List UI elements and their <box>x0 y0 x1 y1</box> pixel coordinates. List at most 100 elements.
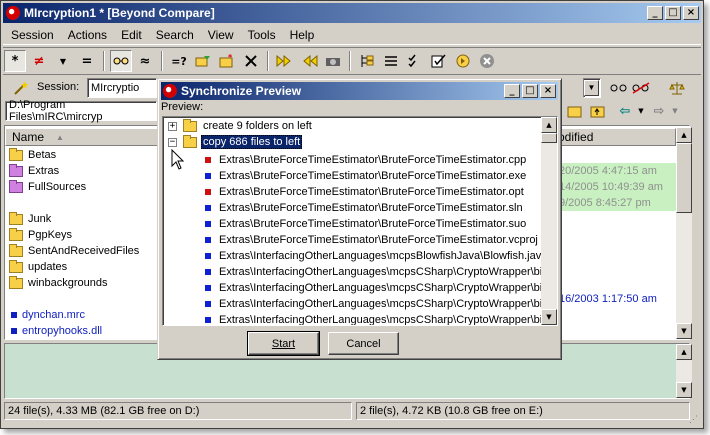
scroll-up-icon[interactable]: ▲ <box>676 127 692 143</box>
name-column-label: Name <box>12 130 45 144</box>
dialog-title-bar[interactable]: Synchronize Preview _ □ × <box>161 82 558 100</box>
tree-file-item[interactable]: Extras\InterfacingOtherLanguages\mcpsCSh… <box>205 264 542 280</box>
scroll-up-icon[interactable]: ▲ <box>676 344 692 360</box>
toolbar-separator <box>103 51 105 71</box>
scroll-down-icon[interactable]: ▼ <box>676 382 692 398</box>
show-filters-icon[interactable] <box>608 77 630 99</box>
tree-file-item[interactable]: Extras\BruteForceTimeEstimator\BruteForc… <box>205 216 526 232</box>
delete-icon[interactable] <box>240 50 262 72</box>
name-column-header[interactable]: Name ▲ <box>5 128 158 146</box>
scroll-down-icon[interactable]: ▼ <box>541 309 557 325</box>
folder-row[interactable]: FullSources <box>9 179 86 195</box>
toolbar-separator <box>349 51 351 71</box>
folder-name: updates <box>28 261 68 273</box>
session-wand-icon[interactable] <box>10 77 32 99</box>
check-list-icon[interactable] <box>404 50 426 72</box>
scroll-down-icon[interactable]: ▼ <box>676 323 692 339</box>
hide-filters-icon[interactable] <box>630 77 652 99</box>
tree-file-item[interactable]: Extras\InterfacingOtherLanguages\mcpsCSh… <box>205 312 542 325</box>
tree-file-item[interactable]: Extras\BruteForceTimeEstimator\BruteForc… <box>205 152 526 168</box>
scroll-thumb[interactable] <box>541 133 557 143</box>
tree-file-item[interactable]: Extras\InterfacingOtherLanguages\mcpsCSh… <box>205 280 542 296</box>
right-file-pane[interactable] <box>556 125 690 340</box>
right-date-row[interactable]: 16/2003 1:17:50 am <box>559 291 657 307</box>
session-combo[interactable]: MIrcryptio <box>87 78 157 98</box>
touch-icon[interactable] <box>452 50 474 72</box>
forward-dropdown-icon[interactable]: ▼ <box>664 100 686 122</box>
menu-edit[interactable]: Edit <box>113 28 148 42</box>
folder-row[interactable]: SentAndReceivedFiles <box>9 243 139 259</box>
snapshot-icon[interactable] <box>322 50 344 72</box>
show-same-button[interactable]: = <box>76 50 98 72</box>
preview-label: Preview: <box>161 101 204 113</box>
tree-file-item[interactable]: Extras\BruteForceTimeEstimator\BruteForc… <box>205 232 538 248</box>
close-button[interactable]: × <box>683 6 699 20</box>
right-date-row[interactable]: 14/2005 10:49:39 am <box>559 179 663 195</box>
session-value: MIrcryptio <box>91 82 140 94</box>
glasses-icon[interactable] <box>110 50 132 72</box>
show-diffs-button[interactable]: ≠ <box>28 50 50 72</box>
scales-icon[interactable] <box>666 77 688 99</box>
open-folder-icon[interactable] <box>564 100 586 122</box>
right-date-row[interactable]: 9/2005 8:45:27 pm <box>559 195 651 211</box>
menu-search[interactable]: Search <box>148 28 200 42</box>
file-row[interactable]: entropyhooks.dll <box>11 323 102 339</box>
minimize-button[interactable]: _ <box>647 6 663 20</box>
edit-check-icon[interactable] <box>428 50 450 72</box>
menu-tools[interactable]: Tools <box>240 28 282 42</box>
sync-left-icon[interactable] <box>298 50 320 72</box>
tree-file-item[interactable]: Extras\InterfacingOtherLanguages\mcpsCSh… <box>205 296 542 312</box>
preview-scrollbar[interactable]: ▲ ▼ <box>541 117 557 325</box>
folder-row[interactable]: PgpKeys <box>9 227 72 243</box>
detail-scrollbar[interactable]: ▲ ▼ <box>676 344 692 398</box>
list-view-icon[interactable] <box>380 50 402 72</box>
menu-view[interactable]: View <box>200 28 240 42</box>
preview-tree[interactable]: + create 9 folders on left − copy 686 fi… <box>162 116 558 326</box>
cancel-button[interactable]: Cancel <box>328 332 399 355</box>
new-folder-icon[interactable]: * <box>216 50 238 72</box>
menu-session[interactable]: Session <box>3 28 60 42</box>
folder-row[interactable]: Betas <box>9 147 56 163</box>
tree-file-item[interactable]: Extras\InterfacingOtherLanguages\mcpsBlo… <box>205 248 547 264</box>
dialog-maximize-button[interactable]: □ <box>522 84 538 98</box>
folder-name: SentAndReceivedFiles <box>28 245 140 257</box>
show-all-button[interactable]: * <box>4 50 26 72</box>
modified-column-header[interactable]: odified <box>557 128 676 146</box>
expand-icon[interactable]: + <box>168 121 177 131</box>
left-path-field[interactable]: D:\Program Files\mIRC\mircryp <box>5 99 157 123</box>
right-scrollbar[interactable]: ▲ ▼ <box>676 127 692 339</box>
session-dropdown[interactable]: ▼ <box>583 78 601 98</box>
folder-row[interactable]: Junk <box>9 211 51 227</box>
right-date-row[interactable]: 20/2005 4:47:15 am <box>559 163 657 179</box>
maximize-button[interactable]: □ <box>665 6 681 20</box>
scroll-thumb[interactable] <box>676 143 692 213</box>
menu-actions[interactable]: Actions <box>60 28 113 42</box>
dialog-minimize-button[interactable]: _ <box>504 84 520 98</box>
rules-button[interactable]: =? <box>168 50 190 72</box>
approx-button[interactable]: ≈ <box>134 50 156 72</box>
folder-row[interactable]: updates <box>9 259 67 275</box>
scroll-up-icon[interactable]: ▲ <box>541 117 557 133</box>
tree-group-folders[interactable]: + create 9 folders on left <box>168 118 312 134</box>
collapse-icon[interactable]: − <box>168 137 177 147</box>
tree-file-item[interactable]: Extras\BruteForceTimeEstimator\BruteForc… <box>205 200 523 216</box>
folder-row[interactable]: Extras <box>9 163 59 179</box>
dialog-close-button[interactable]: × <box>540 84 556 98</box>
menu-help[interactable]: Help <box>282 28 321 42</box>
dropdown-arrow-icon[interactable]: ▼ <box>52 50 74 72</box>
folder-name: Extras <box>28 165 60 177</box>
tree-group-files[interactable]: − copy 686 files to left <box>168 134 303 150</box>
folder-row[interactable]: winbackgrounds <box>9 275 108 291</box>
up-folder-icon[interactable] <box>587 100 609 122</box>
file-row[interactable]: dynchan.mrc <box>11 307 85 323</box>
copy-folder-icon[interactable] <box>192 50 214 72</box>
tree-view-icon[interactable] <box>356 50 378 72</box>
tree-file-item[interactable]: Extras\BruteForceTimeEstimator\BruteForc… <box>205 184 524 200</box>
resize-grip-icon[interactable]: ⋰ <box>689 414 701 426</box>
stop-icon[interactable] <box>476 50 498 72</box>
title-bar[interactable]: MIrcryption1 * [Beyond Compare] _ □ × <box>3 3 701 23</box>
tree-file-path: Extras\InterfacingOtherLanguages\mcpsCSh… <box>219 282 543 294</box>
tree-file-item[interactable]: Extras\BruteForceTimeEstimator\BruteForc… <box>205 168 526 184</box>
sync-right-icon[interactable] <box>274 50 296 72</box>
start-button[interactable]: Start <box>247 331 320 356</box>
